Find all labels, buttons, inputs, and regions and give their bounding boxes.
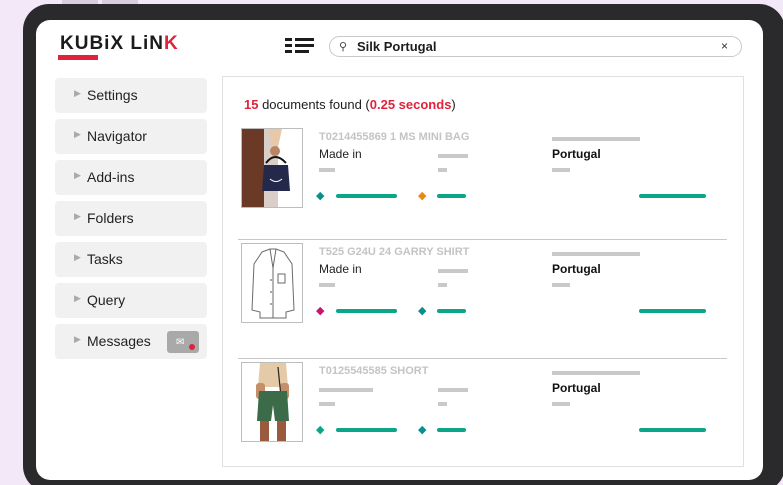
results-summary: 15 documents found (0.25 seconds) xyxy=(244,97,456,112)
made-in-label: Made in xyxy=(319,147,362,161)
item-title: T0125545585 SHORT xyxy=(319,365,429,377)
messages-badge[interactable]: ✉ xyxy=(167,331,199,353)
chevron-right-icon: ▶ xyxy=(74,293,81,303)
app-screen: KUBiX LiNK ⚲ Silk Portugal × ▶ Settings ▶… xyxy=(36,20,763,480)
result-item[interactable]: T0214455869 1 MS MINI BAG Made in Portug… xyxy=(238,128,728,236)
product-thumbnail-shirt[interactable] xyxy=(241,243,303,323)
clear-search-icon[interactable]: × xyxy=(721,39,728,53)
chevron-right-icon: ▶ xyxy=(74,252,81,262)
item-title: T0214455869 1 MS MINI BAG xyxy=(319,131,470,143)
sidebar-item-add-ins[interactable]: ▶ Add-ins xyxy=(55,160,207,195)
logo-underline xyxy=(58,55,98,60)
chevron-right-icon: ▶ xyxy=(74,88,81,98)
list-view-icon[interactable] xyxy=(285,37,315,55)
tag-icon: ◆ xyxy=(418,305,427,317)
item-title: T525 G24U 24 GARRY SHIRT xyxy=(319,246,470,258)
tag-icon: ◆ xyxy=(418,190,427,202)
chevron-right-icon: ▶ xyxy=(74,211,81,221)
tag-icon: ◆ xyxy=(418,424,427,436)
result-item[interactable]: T0125545585 SHORT Portugal ◆ ◆ xyxy=(238,362,728,470)
sidebar-item-folders[interactable]: ▶ Folders xyxy=(55,201,207,236)
sidebar-item-query[interactable]: ▶ Query xyxy=(55,283,207,318)
tag-icon: ◆ xyxy=(316,305,325,317)
country-label: Portugal xyxy=(552,381,601,395)
country-label: Portugal xyxy=(552,147,601,161)
search-icon: ⚲ xyxy=(339,41,348,53)
kubix-link-logo: KUBiX LiNK xyxy=(60,33,179,54)
search-bar[interactable]: ⚲ Silk Portugal × xyxy=(329,36,742,57)
envelope-icon: ✉ xyxy=(176,337,185,348)
notification-dot xyxy=(189,344,195,350)
sidebar-item-navigator[interactable]: ▶ Navigator xyxy=(55,119,207,154)
product-thumbnail-bag[interactable] xyxy=(241,128,303,208)
made-in-label: Made in xyxy=(319,262,362,276)
country-label: Portugal xyxy=(552,262,601,276)
product-thumbnail-shorts[interactable] xyxy=(241,362,303,442)
sidebar-item-tasks[interactable]: ▶ Tasks xyxy=(55,242,207,277)
chevron-right-icon: ▶ xyxy=(74,129,81,139)
sidebar: ▶ Settings ▶ Navigator ▶ Add-ins ▶ Folders ▶… xyxy=(55,78,207,365)
chevron-right-icon: ▶ xyxy=(74,334,81,344)
divider xyxy=(238,239,727,240)
sidebar-item-messages[interactable]: ▶ Messages ✉ xyxy=(55,324,207,359)
tablet-frame: KUBiX LiNK ⚲ Silk Portugal × ▶ Settings ▶… xyxy=(23,4,783,485)
tag-icon: ◆ xyxy=(316,424,325,436)
sidebar-item-settings[interactable]: ▶ Settings xyxy=(55,78,207,113)
results-panel: 15 documents found (0.25 seconds) T02144… xyxy=(222,76,744,467)
result-item[interactable]: T525 G24U 24 GARRY SHIRT Made in Portuga… xyxy=(238,243,728,351)
search-input[interactable]: Silk Portugal xyxy=(357,39,436,54)
tag-icon: ◆ xyxy=(316,190,325,202)
divider xyxy=(238,358,727,359)
chevron-right-icon: ▶ xyxy=(74,170,81,180)
